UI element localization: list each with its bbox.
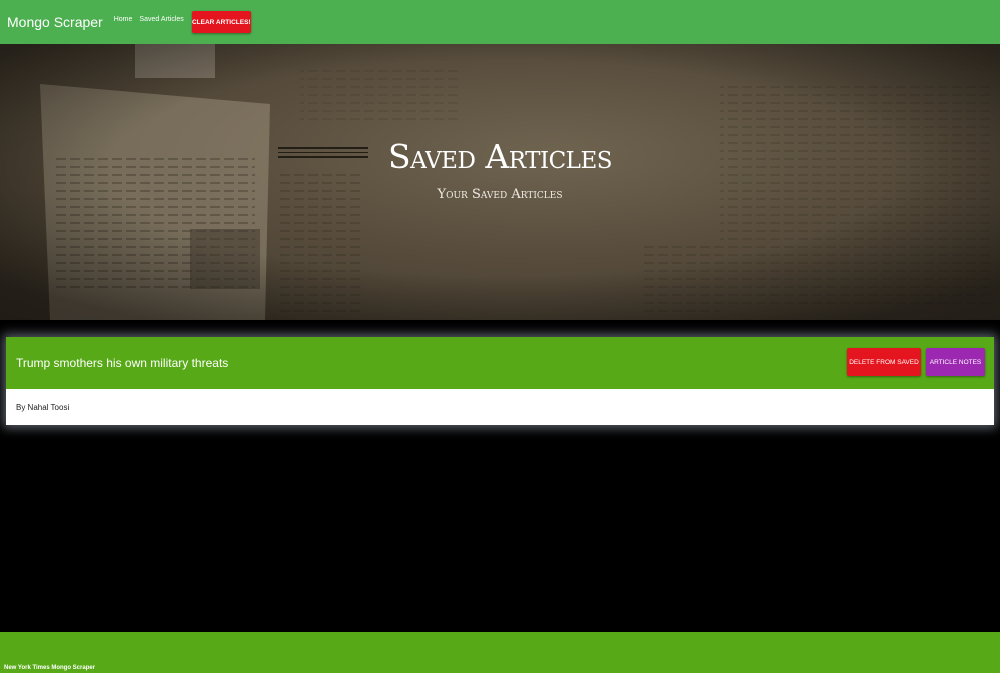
article-title[interactable]: Trump smothers his own military threats (16, 356, 228, 370)
hero-title: Saved Articles (388, 137, 613, 176)
hero-banner: Saved Articles Your Saved Articles (0, 44, 1000, 320)
article-card: Trump smothers his own military threats … (6, 337, 994, 425)
delete-from-saved-button[interactable]: DELETE FROM SAVED (847, 348, 921, 376)
article-card-header: Trump smothers his own military threats … (6, 337, 994, 389)
nav-home-link[interactable]: Home (114, 16, 133, 23)
footer: New York Times Mongo Scraper (0, 632, 1000, 673)
newspaper-background-image (0, 44, 1000, 320)
article-byline: By Nahal Toosi (16, 402, 70, 412)
footer-text: New York Times Mongo Scraper (4, 665, 96, 671)
brand-link[interactable]: Mongo Scraper (7, 14, 103, 30)
article-card-body: By Nahal Toosi (6, 389, 994, 425)
article-notes-button[interactable]: ARTICLE NOTES (926, 348, 985, 376)
nav-saved-articles-link[interactable]: Saved Articles (139, 16, 183, 23)
clear-articles-button[interactable]: CLEAR ARTICLES! (191, 11, 251, 33)
navbar: Mongo Scraper Home Saved Articles CLEAR … (0, 0, 1000, 44)
hero-subtitle: Your Saved Articles (437, 187, 563, 202)
